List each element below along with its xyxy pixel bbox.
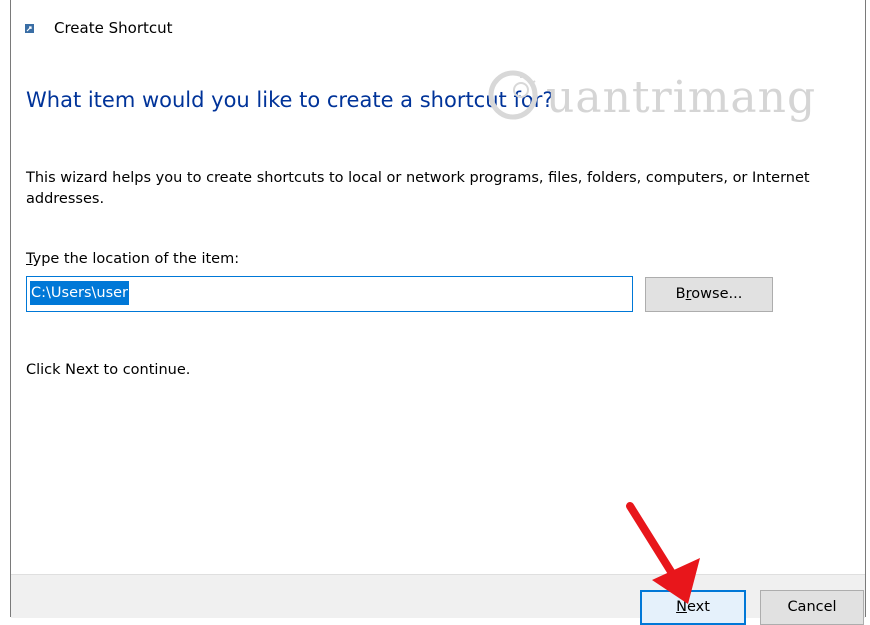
create-shortcut-window: Create Shortcut What item would you like… [10,0,866,625]
button-bar: Next Cancel [11,574,865,625]
location-label: Type the location of the item: [26,251,239,267]
browse-label-b: B [675,286,686,302]
location-label-text: ype the location of the item: [32,251,240,267]
next-label-accesskey: N [676,599,687,615]
continue-text: Click Next to continue. [26,362,191,378]
browse-button[interactable]: Browse... [645,277,773,312]
window-title: Create Shortcut [54,19,173,37]
browse-label-rest: owse... [691,286,743,302]
next-label-rest: ext [686,599,710,615]
shortcut-icon [25,24,34,33]
location-label-accesskey: T [26,251,33,267]
wizard-description: This wizard helps you to create shortcut… [26,170,810,207]
watermark-text: uantrimang [546,72,817,123]
cancel-button[interactable]: Cancel [760,590,864,625]
location-input-value: C:\Users\user [30,281,130,305]
next-button[interactable]: Next [640,590,746,625]
location-input[interactable]: C:\Users\user [26,276,633,312]
